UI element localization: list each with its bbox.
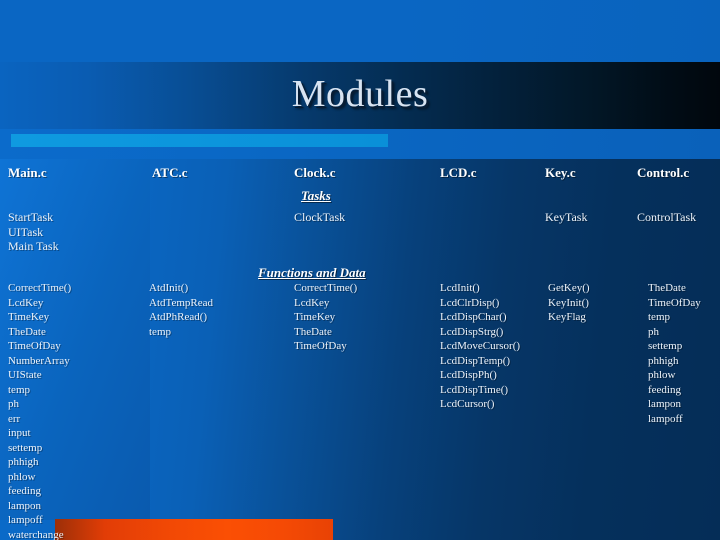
- function-item: TimeKey: [8, 311, 50, 323]
- function-item: LcdInit(): [440, 282, 480, 294]
- functions-list-lcd: LcdInit() LcdClrDisp() LcdDispChar() Lcd…: [440, 281, 520, 412]
- function-item: LcdKey: [8, 296, 44, 309]
- task-item: KeyTask: [545, 210, 588, 224]
- function-item: TimeOfDay: [294, 340, 347, 352]
- function-item: lampon: [8, 499, 41, 512]
- function-item: err: [8, 412, 21, 425]
- tasks-list-clock: ClockTask: [294, 210, 345, 225]
- function-item: TheDate: [648, 282, 686, 294]
- function-item: phlow: [648, 369, 676, 381]
- function-item: temp: [8, 383, 30, 396]
- tasks-heading: Tasks: [301, 188, 331, 203]
- function-item: TheDate: [294, 325, 332, 338]
- function-item: input: [8, 427, 31, 439]
- function-item: lampon: [648, 398, 681, 410]
- orange-accent-bar: [55, 519, 333, 540]
- task-item: ClockTask: [294, 210, 346, 224]
- function-item: AtdTempRead: [149, 296, 213, 309]
- function-item: KeyInit(): [548, 296, 589, 309]
- task-item: ControlTask: [637, 210, 697, 224]
- function-item: TimeOfDay: [648, 296, 701, 309]
- function-item: AtdPhRead(): [149, 311, 208, 323]
- function-item: phhigh: [8, 456, 39, 468]
- function-item: settemp: [8, 441, 43, 454]
- function-item: settemp: [648, 340, 683, 352]
- function-item: waterchange: [8, 528, 64, 540]
- column-header-main: Main.c: [8, 165, 47, 180]
- function-item: LcdDispTemp(): [440, 354, 511, 367]
- column-header-lcd: LCD.c: [440, 165, 477, 180]
- function-item: UIState: [8, 369, 42, 381]
- function-item: LcdCursor(): [440, 398, 495, 410]
- task-item: StartTask: [8, 210, 54, 224]
- function-item: LcdDispPh(): [440, 369, 497, 381]
- function-item: phhigh: [648, 354, 679, 367]
- function-item: GetKey(): [548, 282, 590, 294]
- function-item: LcdDispTime(): [440, 383, 509, 396]
- function-item: KeyFlag: [548, 311, 586, 323]
- function-item: lampoff: [648, 412, 683, 425]
- function-item: phlow: [8, 470, 36, 483]
- functions-heading: Functions and Data: [258, 265, 366, 280]
- tasks-list-key: KeyTask: [545, 210, 587, 225]
- functions-list-clock: CorrectTime() LcdKey TimeKey TheDate Tim…: [294, 281, 357, 354]
- function-item: NumberArray: [8, 354, 70, 367]
- function-item: LcdDispChar(): [440, 311, 507, 323]
- function-item: LcdMoveCursor(): [440, 340, 521, 352]
- accent-bar: [11, 134, 388, 147]
- function-item: feeding: [648, 383, 681, 396]
- slide-canvas: Modules Main.c ATC.c Clock.c LCD.c Key.c…: [0, 0, 720, 540]
- task-item: UITask: [8, 224, 44, 239]
- function-item: temp: [648, 311, 670, 323]
- function-item: CorrectTime(): [8, 282, 72, 294]
- function-item: ph: [8, 398, 19, 410]
- functions-list-control: TheDate TimeOfDay temp ph settemp phhigh…: [648, 281, 701, 426]
- column-header-clock: Clock.c: [294, 165, 336, 180]
- function-item: ph: [648, 325, 659, 338]
- tasks-list-control: ControlTask: [637, 210, 696, 225]
- function-item: temp: [149, 325, 171, 338]
- function-item: TheDate: [8, 325, 46, 338]
- function-item: TimeKey: [294, 311, 336, 323]
- function-item: LcdKey: [294, 296, 330, 309]
- slide-background-top: [0, 0, 720, 66]
- functions-list-main: CorrectTime() LcdKey TimeKey TheDate Tim…: [8, 281, 71, 540]
- function-item: AtdInit(): [149, 282, 189, 294]
- task-item: Main Task: [8, 239, 59, 253]
- column-header-atc: ATC.c: [152, 165, 188, 180]
- function-item: LcdDispStrg(): [440, 325, 504, 338]
- function-item: CorrectTime(): [294, 282, 358, 294]
- function-item: lampoff: [8, 514, 43, 526]
- functions-list-key: GetKey() KeyInit() KeyFlag: [548, 281, 590, 325]
- function-item: TimeOfDay: [8, 340, 61, 352]
- function-item: feeding: [8, 485, 41, 497]
- column-header-key: Key.c: [545, 165, 576, 180]
- function-item: LcdClrDisp(): [440, 296, 500, 309]
- slide-title: Modules: [291, 73, 429, 115]
- tasks-list-main: StartTask UITask Main Task: [8, 210, 59, 254]
- functions-list-atc: AtdInit() AtdTempRead AtdPhRead() temp: [149, 281, 213, 339]
- column-header-control: Control.c: [637, 165, 690, 180]
